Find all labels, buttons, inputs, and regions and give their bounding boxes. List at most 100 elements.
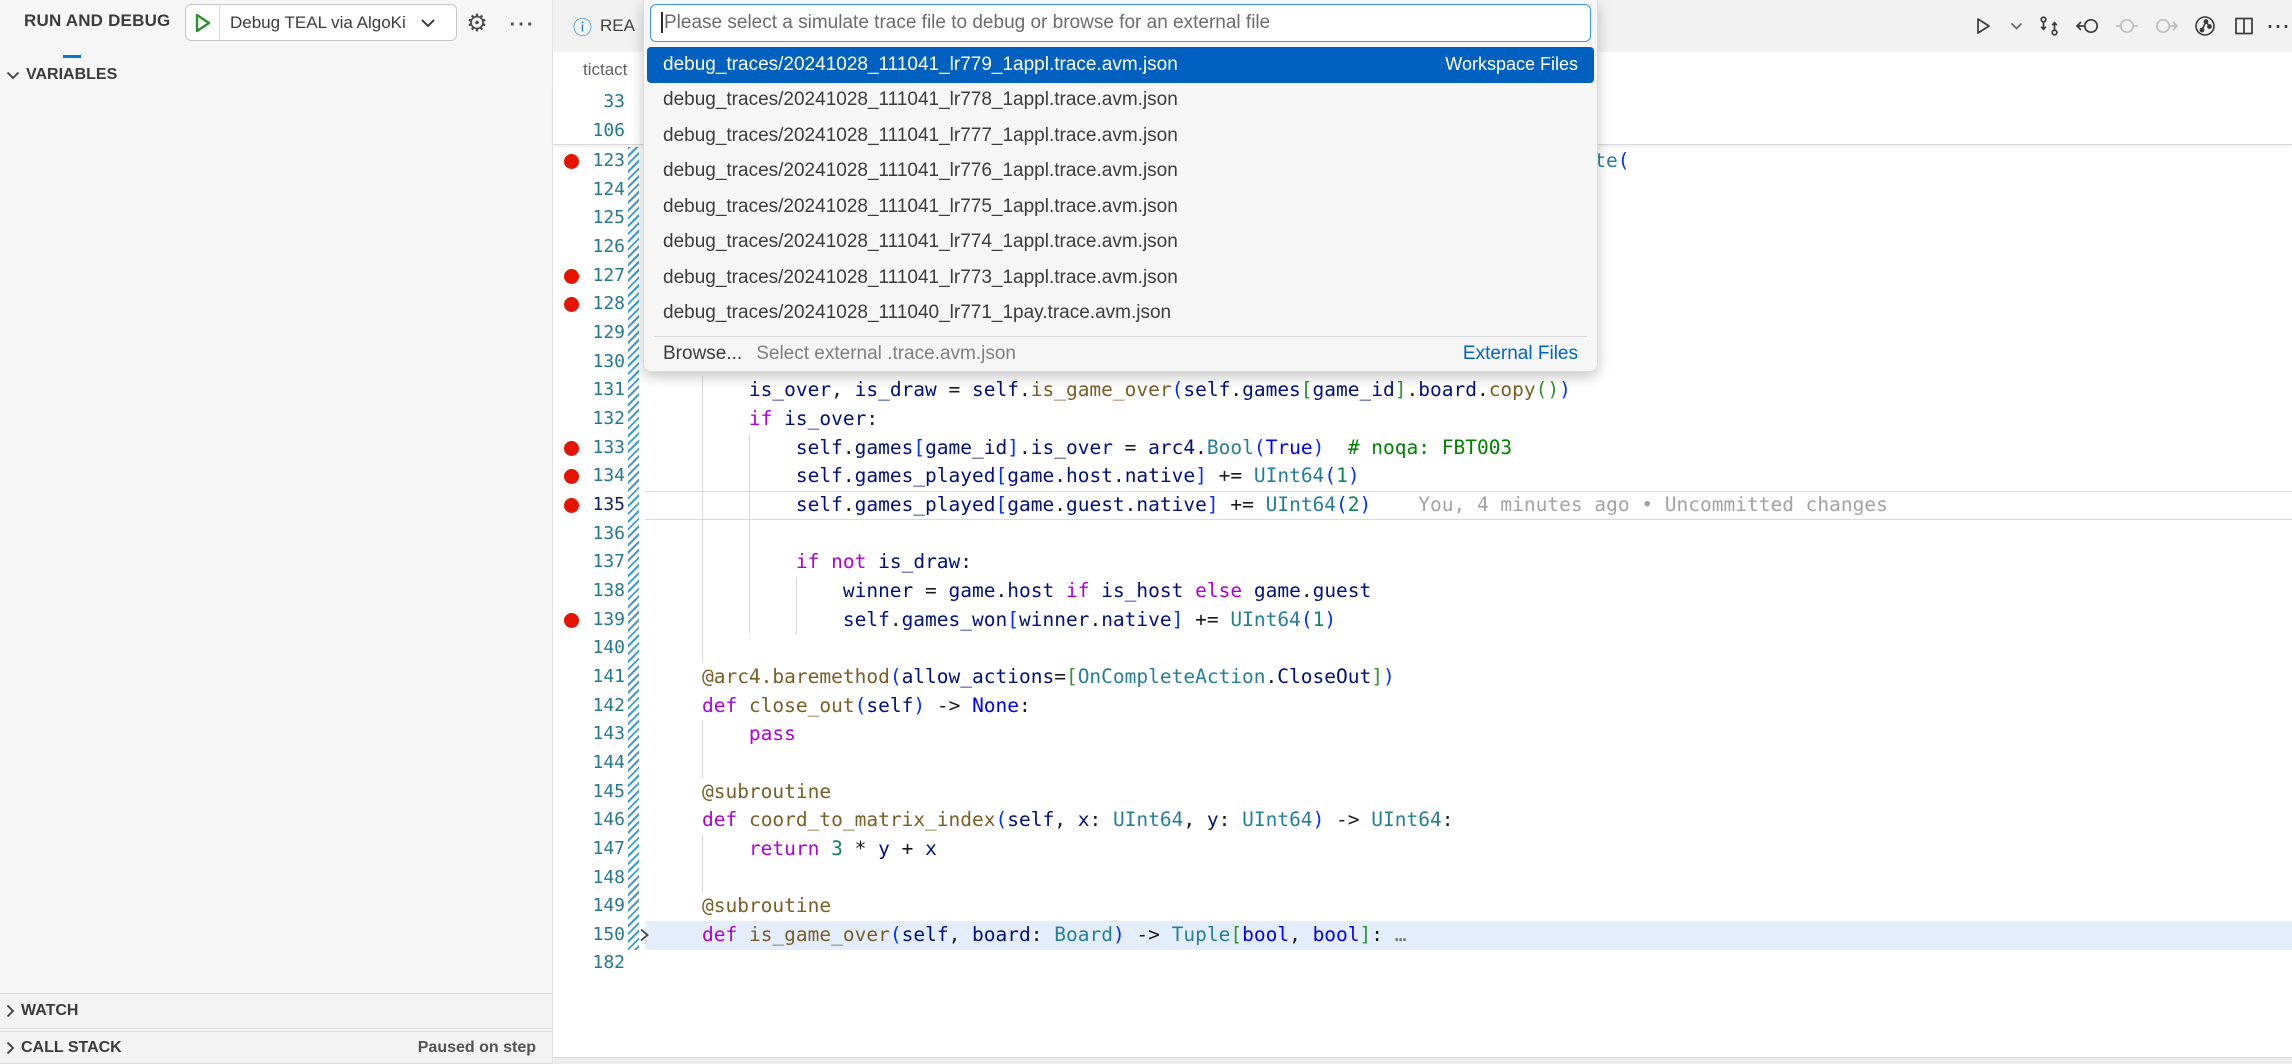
chevron-down-icon (6, 71, 20, 80)
code-line-140: 140 (553, 634, 2292, 663)
more-actions-icon[interactable]: ⋯ (506, 8, 536, 38)
run-and-debug-sidebar: RUN AND DEBUG Debug TEAL via AlgoKi ⚙ ⋯ … (0, 0, 553, 1064)
line-number[interactable]: 126 (553, 233, 625, 262)
trace-file-label: debug_traces/20241028_111041_lr773_1appl… (663, 267, 1578, 289)
code-text: self.games_played[game.guest.native] += … (655, 491, 1888, 520)
quickpick-input-wrap (650, 4, 1591, 42)
watch-label: WATCH (21, 1002, 78, 1020)
code-text: @subroutine (655, 778, 831, 807)
line-number[interactable]: 150 (553, 921, 625, 950)
code-line-132: 132 if is_over: (553, 405, 2292, 434)
code-line-141: 141 @arc4.baremethod(allow_actions=[OnCo… (553, 663, 2292, 692)
watch-section-header[interactable]: WATCH (0, 993, 552, 1029)
code-text: self.games[game_id].is_over = arc4.Bool(… (655, 434, 1512, 463)
browse-label[interactable]: Browse... (663, 343, 742, 365)
debug-config-label: Debug TEAL via AlgoKi (230, 13, 418, 33)
quickpick-item-2[interactable]: debug_traces/20241028_111041_lr777_1appl… (647, 118, 1594, 154)
code-line-133: 133 self.games[game_id].is_over = arc4.B… (553, 434, 2292, 463)
code-line-144: 144 (553, 749, 2292, 778)
line-number[interactable]: 127 (553, 262, 625, 291)
code-text: return 3 * y + x (655, 835, 937, 864)
trace-file-label: debug_traces/20241028_111041_lr776_1appl… (663, 160, 1578, 182)
call-stack-label: CALL STACK (21, 1039, 122, 1057)
debug-config-dropdown[interactable]: Debug TEAL via AlgoKi (185, 4, 457, 41)
code-text: def coord_to_matrix_index(self, x: UInt6… (655, 806, 1453, 835)
code-line-131: 131 is_over, is_draw = self.is_game_over… (553, 376, 2292, 405)
trace-file-search-input[interactable] (651, 5, 1590, 41)
line-number[interactable]: 137 (553, 548, 625, 577)
code-text: @subroutine (655, 892, 831, 921)
line-number[interactable]: 139 (553, 606, 625, 635)
code-line-135: 135 self.games_played[game.guest.native]… (553, 491, 2292, 520)
code-line-142: 142 def close_out(self) -> None: (553, 692, 2292, 721)
play-icon (194, 13, 212, 33)
code-text: self.games_played[game.host.native] += U… (655, 462, 1360, 491)
start-debug-button[interactable] (186, 5, 220, 40)
browse-row[interactable]: Browse... Select external .trace.avm.jso… (644, 337, 1597, 371)
indent-guide (702, 634, 703, 663)
gear-icon[interactable]: ⚙ (462, 8, 492, 38)
line-number[interactable]: 132 (553, 405, 625, 434)
code-text: self.games_won[winner.native] += UInt64(… (655, 606, 1336, 635)
code-text: @arc4.baremethod(allow_actions=[OnComple… (655, 663, 1395, 692)
quickpick-item-3[interactable]: debug_traces/20241028_111041_lr776_1appl… (647, 154, 1594, 190)
indent-guide (749, 520, 750, 549)
line-number[interactable]: 134 (553, 462, 625, 491)
trace-file-label: debug_traces/20241028_111041_lr778_1appl… (663, 89, 1578, 111)
line-number[interactable]: 138 (553, 577, 625, 606)
line-number[interactable]: 146 (553, 806, 625, 835)
line-number[interactable]: 131 (553, 376, 625, 405)
quickpick-item-0[interactable]: debug_traces/20241028_111041_lr779_1appl… (647, 47, 1594, 83)
code-line-182: 182 (553, 949, 2292, 978)
line-number[interactable]: 129 (553, 319, 625, 348)
variables-label: VARIABLES (26, 66, 117, 84)
line-number[interactable]: 130 (553, 348, 625, 377)
browse-description: Select external .trace.avm.json (756, 343, 1463, 365)
code-text: if not is_draw: (655, 548, 972, 577)
paused-status-badge: Paused on step (418, 1039, 536, 1057)
fold-chevron-icon[interactable] (639, 921, 650, 950)
line-number[interactable]: 136 (553, 520, 625, 549)
line-number[interactable]: 142 (553, 692, 625, 721)
quickpick-item-4[interactable]: debug_traces/20241028_111041_lr775_1appl… (647, 189, 1594, 225)
quickpick-list: debug_traces/20241028_111041_lr779_1appl… (644, 47, 1597, 331)
code-text: def close_out(self) -> None: (655, 692, 1031, 721)
line-number[interactable]: 141 (553, 663, 625, 692)
line-number[interactable]: 128 (553, 290, 625, 319)
chevron-right-icon (6, 1041, 15, 1055)
variables-section-header[interactable]: VARIABLES (0, 60, 552, 90)
line-number[interactable]: 145 (553, 778, 625, 807)
line-number[interactable]: 124 (553, 176, 625, 205)
line-number[interactable]: 140 (553, 634, 625, 663)
line-number[interactable]: 123 (553, 147, 625, 176)
code-text: is_over, is_draw = self.is_game_over(sel… (655, 376, 1571, 405)
line-number[interactable]: 144 (553, 749, 625, 778)
line-number[interactable]: 125 (553, 204, 625, 233)
line-number[interactable]: 149 (553, 892, 625, 921)
line-number[interactable]: 143 (553, 720, 625, 749)
chevron-down-icon (420, 18, 436, 28)
line-number[interactable]: 182 (553, 949, 625, 978)
code-line-134: 134 self.games_played[game.host.native] … (553, 462, 2292, 491)
quickpick-item-6[interactable]: debug_traces/20241028_111041_lr773_1appl… (647, 260, 1594, 296)
indent-guide (702, 520, 703, 549)
external-files-link[interactable]: External Files (1463, 343, 1578, 365)
quickpick-item-5[interactable]: debug_traces/20241028_111041_lr774_1appl… (647, 225, 1594, 261)
trace-file-label: debug_traces/20241028_111041_lr777_1appl… (663, 125, 1578, 147)
code-line-149: 149 @subroutine (553, 892, 2292, 921)
trace-file-label: debug_traces/20241028_111041_lr775_1appl… (663, 196, 1578, 218)
call-stack-section-header[interactable]: CALL STACK Paused on step (0, 1031, 552, 1064)
line-number[interactable]: 147 (553, 835, 625, 864)
line-number[interactable]: 133 (553, 434, 625, 463)
editor-bottom-strip (553, 1057, 2292, 1064)
line-number[interactable]: 148 (553, 864, 625, 893)
code-line-138: 138 winner = game.host if is_host else g… (553, 577, 2292, 606)
code-text: pass (655, 720, 796, 749)
quickpick-item-1[interactable]: debug_traces/20241028_111041_lr778_1appl… (647, 83, 1594, 119)
trace-file-quickpick: debug_traces/20241028_111041_lr779_1appl… (643, 0, 1598, 372)
quickpick-item-7[interactable]: debug_traces/20241028_111040_lr771_1pay.… (647, 296, 1594, 332)
line-number[interactable]: 135 (553, 491, 625, 520)
group-badge: Workspace Files (1445, 54, 1578, 75)
code-line-139: 139 self.games_won[winner.native] += UIn… (553, 606, 2292, 635)
indent-guide (702, 864, 703, 893)
